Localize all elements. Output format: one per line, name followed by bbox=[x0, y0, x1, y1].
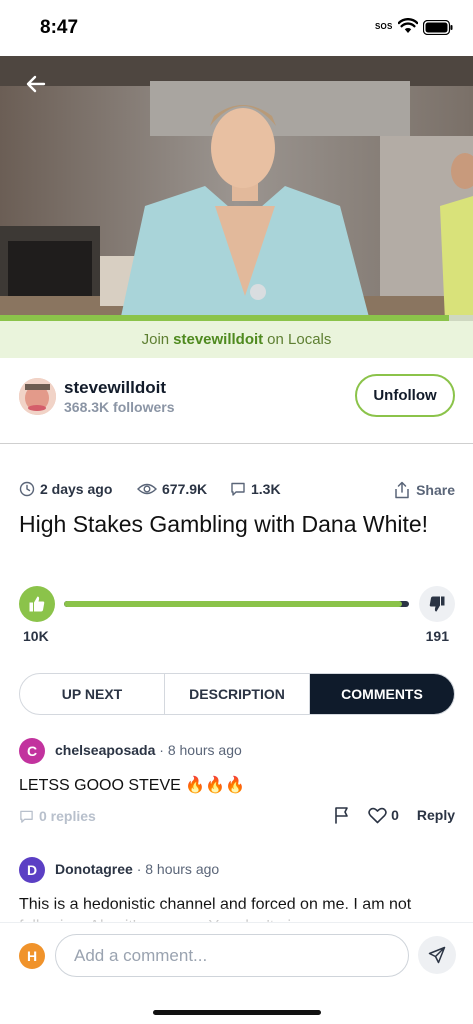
comment-count: 1.3K bbox=[230, 481, 281, 497]
view-count: 677.9K bbox=[137, 481, 207, 497]
locals-suffix: on Locals bbox=[267, 331, 332, 348]
tab-comments[interactable]: COMMENTS bbox=[310, 674, 454, 714]
comment-time: · 8 hours ago bbox=[159, 742, 242, 758]
channel-avatar[interactable] bbox=[19, 378, 56, 415]
comment-icon bbox=[20, 810, 33, 823]
replies-label: 0 replies bbox=[39, 808, 96, 824]
my-avatar: H bbox=[19, 943, 45, 969]
comment-input[interactable] bbox=[55, 934, 409, 977]
battery-icon bbox=[423, 20, 453, 35]
video-meta: 2 days ago 677.9K 1.3K Share bbox=[19, 481, 455, 503]
share-icon bbox=[395, 481, 409, 499]
reply-button[interactable]: Reply bbox=[417, 807, 455, 823]
commenter-avatar[interactable]: C bbox=[19, 738, 45, 764]
flag-icon bbox=[335, 807, 348, 824]
comments-label: 1.3K bbox=[251, 481, 281, 497]
locals-banner[interactable]: Join stevewilldoit on Locals bbox=[0, 321, 473, 358]
comment-composer: H bbox=[0, 922, 473, 1024]
dislike-count: 191 bbox=[425, 628, 449, 644]
video-thumbnail bbox=[0, 56, 473, 321]
thumbs-down-icon bbox=[429, 596, 445, 612]
back-button[interactable] bbox=[20, 68, 52, 100]
rating-row: 10K 191 bbox=[19, 586, 455, 646]
heart-icon bbox=[368, 807, 387, 823]
tab-up-next[interactable]: UP NEXT bbox=[20, 674, 165, 714]
replies-link[interactable]: 0 replies bbox=[19, 808, 96, 824]
status-time: 8:47 bbox=[40, 17, 79, 38]
comment-icon bbox=[231, 482, 245, 496]
home-indicator bbox=[153, 1010, 321, 1015]
wifi-icon bbox=[398, 18, 418, 33]
like-button[interactable] bbox=[19, 586, 55, 622]
commenter-avatar[interactable]: D bbox=[19, 857, 45, 883]
comment-time: · 8 hours ago bbox=[136, 861, 220, 877]
video-player[interactable] bbox=[0, 56, 473, 321]
share-button[interactable]: Share bbox=[394, 481, 455, 499]
comment-item: C chelseaposada · 8 hours ago LETSS GOOO… bbox=[19, 738, 455, 838]
share-label: Share bbox=[416, 482, 455, 498]
comment-author[interactable]: Donotagree bbox=[55, 861, 133, 877]
status-bar: 8:47 SOS bbox=[0, 0, 473, 56]
arrow-left-icon bbox=[26, 75, 46, 93]
flag-button[interactable] bbox=[334, 806, 350, 824]
like-count: 10K bbox=[23, 628, 49, 644]
rating-ratio-fill bbox=[64, 601, 403, 607]
posted-label: 2 days ago bbox=[40, 481, 113, 497]
clock-icon bbox=[19, 481, 35, 497]
dislike-button[interactable] bbox=[419, 586, 455, 622]
send-button[interactable] bbox=[418, 936, 456, 974]
thumbs-up-icon bbox=[29, 596, 45, 612]
comment-text: LETSS GOOO STEVE 🔥🔥🔥 bbox=[19, 777, 246, 794]
posted-time: 2 days ago bbox=[19, 481, 112, 497]
send-icon bbox=[428, 946, 446, 964]
video-title: High Stakes Gambling with Dana White! bbox=[19, 511, 429, 537]
locals-channel: stevewilldoit bbox=[173, 331, 264, 348]
content-tabs: UP NEXT DESCRIPTION COMMENTS bbox=[19, 673, 455, 715]
unfollow-button[interactable]: Unfollow bbox=[355, 374, 455, 417]
comment-like-button[interactable]: 0 bbox=[368, 807, 399, 824]
comment-author[interactable]: chelseaposada bbox=[55, 742, 155, 758]
eye-icon bbox=[137, 483, 157, 495]
comment-like-count: 0 bbox=[391, 807, 399, 823]
channel-row: stevewilldoit 368.3K followers Unfollow bbox=[0, 358, 473, 444]
channel-name[interactable]: stevewilldoit bbox=[64, 378, 166, 398]
locals-prefix: Join bbox=[141, 331, 170, 348]
rating-ratio-bar bbox=[64, 601, 409, 607]
sos-indicator: SOS bbox=[375, 22, 393, 31]
views-label: 677.9K bbox=[162, 481, 208, 497]
avatar-image bbox=[19, 378, 56, 415]
comment-header: chelseaposada · 8 hours ago bbox=[55, 742, 242, 758]
tab-description[interactable]: DESCRIPTION bbox=[165, 674, 310, 714]
comment-header: Donotagree · 8 hours ago bbox=[55, 861, 219, 877]
comment-actions: 0 Reply bbox=[334, 806, 455, 824]
follower-count: 368.3K followers bbox=[64, 399, 175, 415]
